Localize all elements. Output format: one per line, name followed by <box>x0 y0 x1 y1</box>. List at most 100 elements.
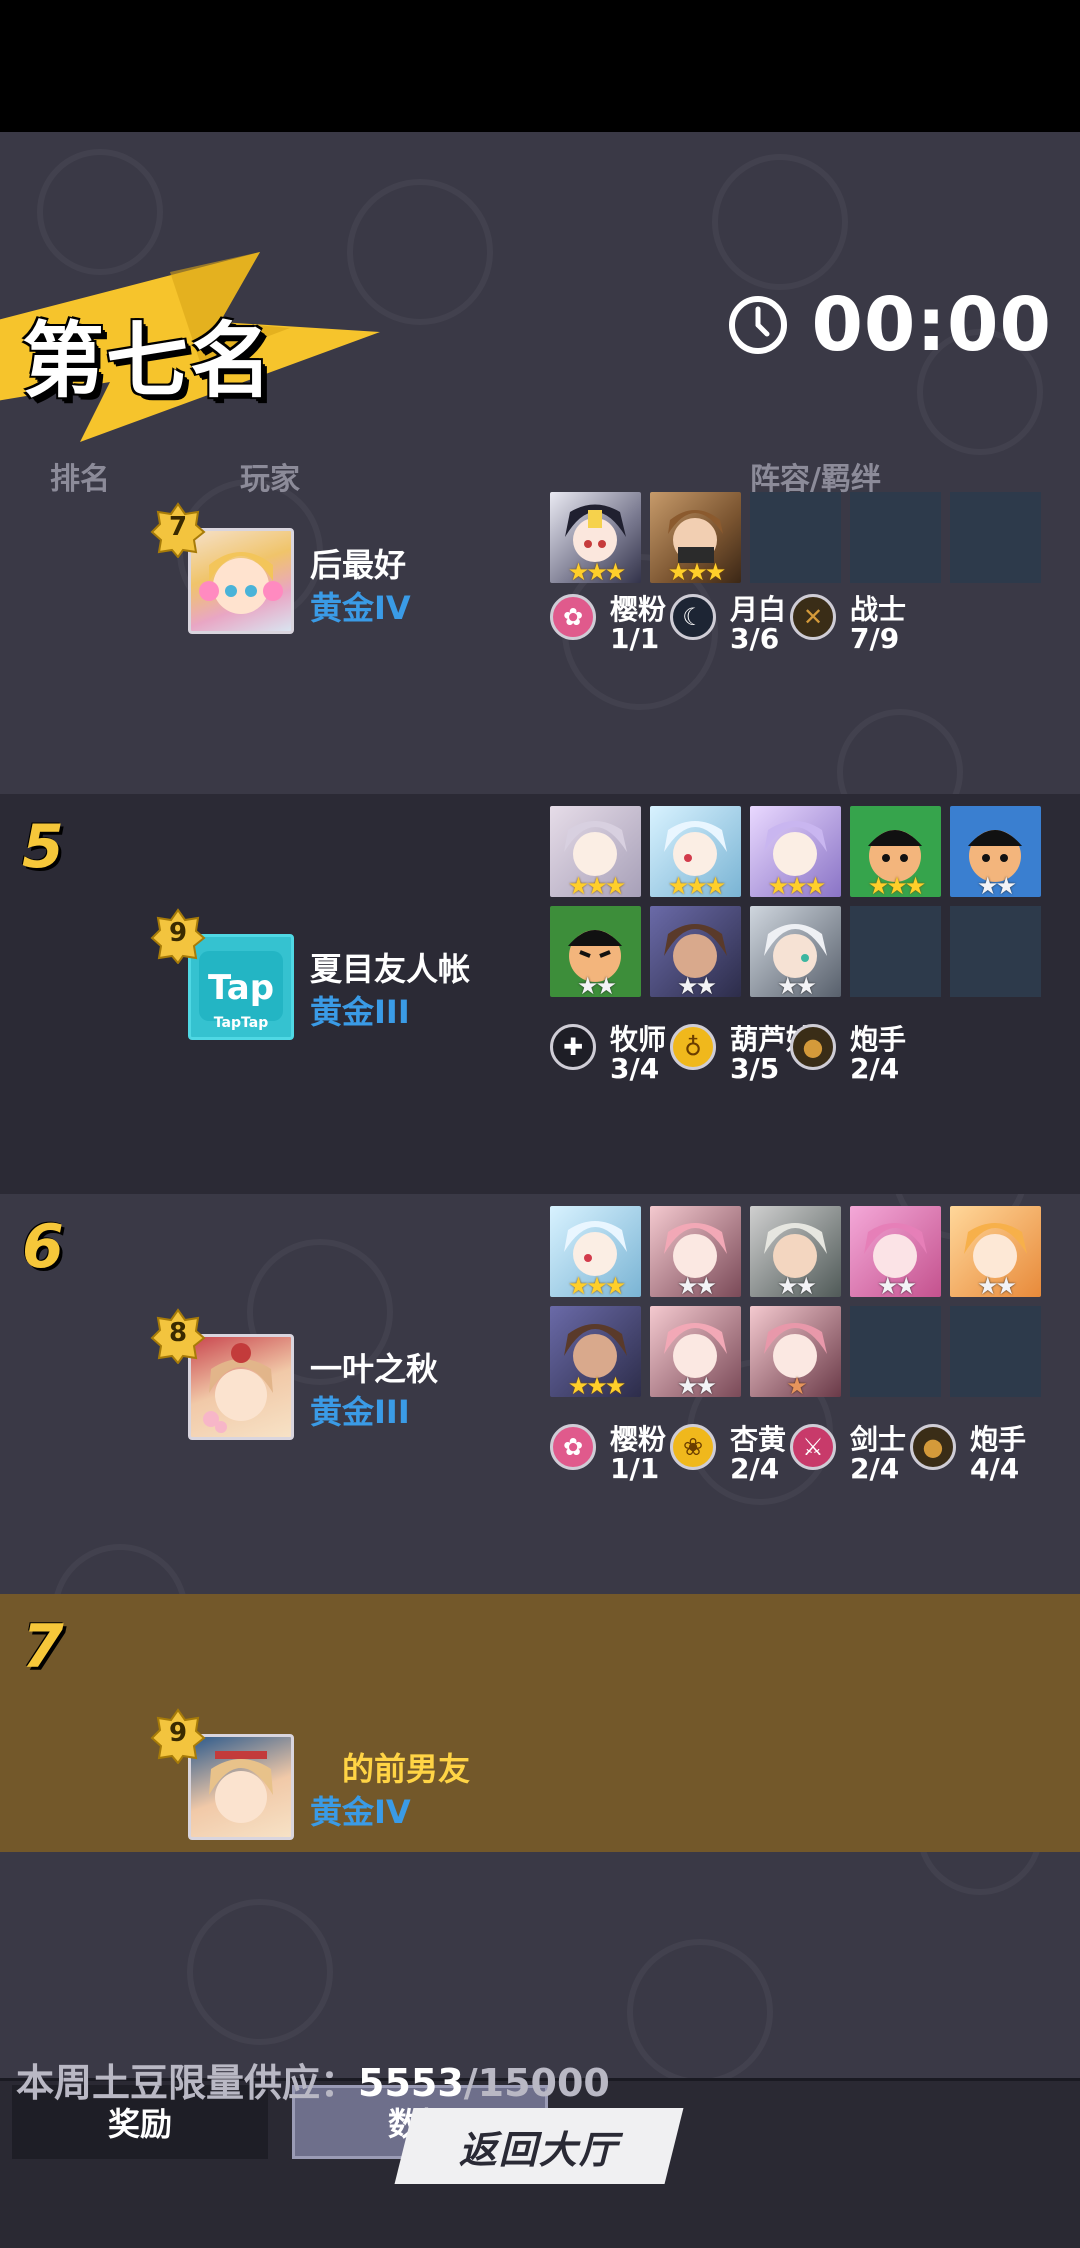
unit-stars: ★★ <box>976 872 1017 897</box>
unit-card[interactable]: ★★ <box>650 906 741 997</box>
unit-card[interactable]: ★★★ <box>550 1306 641 1397</box>
timer: 00:00 <box>727 282 1052 368</box>
unit-grid: ★★★ ★★★ <box>550 482 1041 594</box>
unit-stars: ★★★ <box>767 872 827 897</box>
unit-stars: ★★★ <box>867 872 927 897</box>
game-panel: 第七名 00:00 排名 玩家 阵容/羁绊 7 后最好 黄金IV ★★★ ★★★… <box>0 132 1080 2248</box>
synergy-count: 2/4 <box>850 1452 900 1485</box>
unit-card[interactable]: ★★ <box>950 806 1041 897</box>
synergy[interactable]: ☾ 月白 3/6 <box>670 588 790 655</box>
gunner-icon: ● <box>790 1024 836 1070</box>
player-tier: 黄金IV <box>310 589 411 627</box>
svg-text:Tap: Tap <box>208 968 274 1008</box>
unit-grid: ★★★ ★★★ ★★★ ★★★ ★★ ★★ ★★ ★★ <box>550 806 1041 1006</box>
supply-label: 本周土豆限量供应： <box>16 2061 359 2105</box>
synergy-list: ✚ 牧师 3/4 ♁ 葫芦娃 3/5 ● 炮手 2/4 <box>550 1018 910 1085</box>
moon-icon: ☾ <box>670 594 716 640</box>
synergy[interactable]: ❀ 杏黄 2/4 <box>670 1418 790 1485</box>
unit-card[interactable]: ★★ <box>650 1206 741 1297</box>
unit-stars: ★ <box>786 1372 808 1397</box>
unit-card[interactable]: ★★★ <box>750 806 841 897</box>
rank-number: 5 <box>22 812 64 882</box>
player-row-self[interactable]: 7 9 的前男友 黄金IV <box>0 1594 1080 1852</box>
synergy[interactable]: ● 炮手 4/4 <box>910 1418 1030 1485</box>
unit-card[interactable]: ★★ <box>950 1206 1041 1297</box>
unit-slot-empty <box>950 906 1041 997</box>
level-badge: 9 <box>150 1708 206 1764</box>
unit-slot-empty <box>850 906 941 997</box>
return-lobby-button[interactable]: 返回大厅 <box>394 2108 684 2184</box>
player-tier: 黄金IV <box>310 1793 411 1831</box>
unit-stars: ★★ <box>776 1272 817 1297</box>
synergy-count: 7/9 <box>850 622 900 655</box>
synergy[interactable]: ✕ 战士 7/9 <box>790 588 910 655</box>
synergy[interactable]: ♁ 葫芦娃 3/5 <box>670 1018 814 1085</box>
player-row[interactable]: 5 Tap TapTap 9 夏目友人帐 黄金III ★★★ ★★★ ★★★ ★★… <box>0 794 1080 1194</box>
unit-stars: ★★ <box>976 1272 1017 1297</box>
synergy[interactable]: ✚ 牧师 3/4 <box>550 1018 670 1085</box>
warrior-icon: ✕ <box>790 594 836 640</box>
synergy[interactable]: ● 炮手 2/4 <box>790 1018 910 1085</box>
supply-total: /15000 <box>463 2061 610 2105</box>
unit-stars: ★★★ <box>567 1372 627 1397</box>
level-number: 8 <box>168 1318 188 1348</box>
player-name: 夏目友人帐 <box>310 950 471 988</box>
clock-icon <box>729 296 788 354</box>
unit-stars: ★★ <box>676 1272 717 1297</box>
level-number: 7 <box>168 512 188 542</box>
unit-slot-empty <box>850 1306 941 1397</box>
supply-current: 5553 <box>358 2061 464 2105</box>
svg-text:TapTap: TapTap <box>214 1015 268 1031</box>
gourd-icon: ♁ <box>670 1024 716 1070</box>
unit-card[interactable]: ★ <box>750 1306 841 1397</box>
synergy[interactable]: ✿ 樱粉 1/1 <box>550 1418 670 1485</box>
synergy[interactable]: ⚔ 剑士 2/4 <box>790 1418 910 1485</box>
synergy-list: ✿ 樱粉 1/1 ❀ 杏黄 2/4 ⚔ 剑士 2/4 ● 炮手 4/4 <box>550 1418 1030 1485</box>
unit-card[interactable]: ★★ <box>650 1306 741 1397</box>
unit-stars: ★★ <box>676 972 717 997</box>
player-row[interactable]: 7 后最好 黄金IV ★★★ ★★★ ✿ 樱粉 1/1 ☾ 月白 3/6 ✕ 战… <box>0 488 1080 744</box>
unit-stars: ★★★ <box>667 872 727 897</box>
level-badge: 8 <box>150 1308 206 1364</box>
unit-card[interactable]: ★★ <box>750 1206 841 1297</box>
gunner-icon: ● <box>910 1424 956 1470</box>
unit-card[interactable]: ★★★ <box>550 806 641 897</box>
lotus-icon: ❀ <box>670 1424 716 1470</box>
priest-cross-icon: ✚ <box>550 1024 596 1070</box>
unit-card[interactable]: ★★★ <box>650 806 741 897</box>
unit-card[interactable]: ★★★ <box>850 806 941 897</box>
screen: 第七名 00:00 排名 玩家 阵容/羁绊 7 后最好 黄金IV ★★★ ★★★… <box>0 0 1080 2248</box>
unit-card[interactable]: ★★★ <box>550 1206 641 1297</box>
player-name: 后最好 <box>310 546 407 584</box>
unit-card[interactable]: ★★ <box>550 906 641 997</box>
synergy-list: ✿ 樱粉 1/1 ☾ 月白 3/6 ✕ 战士 7/9 <box>550 588 910 655</box>
synergy[interactable]: ✿ 樱粉 1/1 <box>550 588 670 655</box>
unit-stars: ★★ <box>776 972 817 997</box>
synergy-count: 4/4 <box>970 1452 1020 1485</box>
unit-stars: ★★ <box>876 1272 917 1297</box>
unit-stars: ★★★ <box>567 872 627 897</box>
rank-title: 第七名 <box>22 314 275 409</box>
sword-icon: ⚔ <box>790 1424 836 1470</box>
synergy-count: 3/4 <box>610 1052 660 1085</box>
unit-slot-empty <box>750 492 841 583</box>
level-badge: 7 <box>150 502 206 558</box>
unit-card[interactable]: ★★★ <box>550 492 641 583</box>
synergy-count: 2/4 <box>850 1052 900 1085</box>
unit-stars: ★★ <box>576 972 617 997</box>
unit-slot-empty <box>950 1306 1041 1397</box>
timer-text: 00:00 <box>811 282 1052 368</box>
unit-card[interactable]: ★★ <box>850 1206 941 1297</box>
unit-card[interactable]: ★★★ <box>650 492 741 583</box>
return-lobby-label: 返回大厅 <box>458 2127 619 2172</box>
unit-slot-empty <box>850 492 941 583</box>
potato-supply: 本周土豆限量供应：5553/15000 <box>16 2052 610 2107</box>
avatar-wrap: 7 <box>150 502 294 634</box>
level-number: 9 <box>168 1718 188 1748</box>
synergy-count: 2/4 <box>730 1452 780 1485</box>
player-tier: 黄金III <box>310 993 410 1031</box>
sakura-icon: ✿ <box>550 1424 596 1470</box>
player-row[interactable]: 6 8 一叶之秋 黄金III ★★★ ★★ ★★ ★★ ★★ ★★★ ★★ ★ … <box>0 1194 1080 1594</box>
unit-card[interactable]: ★★ <box>750 906 841 997</box>
avatar-wrap: 9 <box>150 1708 294 1840</box>
